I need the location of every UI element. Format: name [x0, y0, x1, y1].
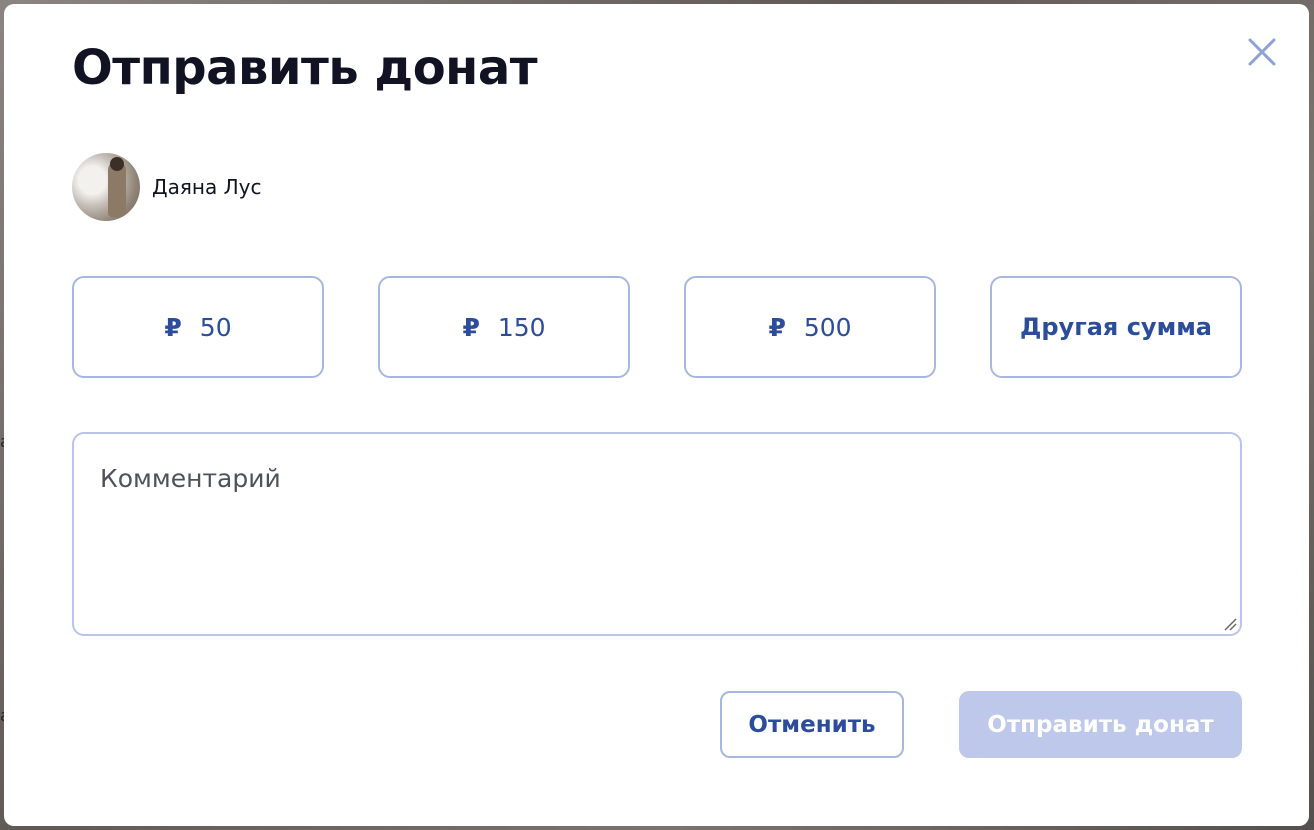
amount-value: 50 [199, 312, 232, 342]
cancel-button[interactable]: Отменить [720, 691, 904, 758]
recipient-name: Даяна Лус [152, 175, 262, 199]
comment-textarea[interactable]: Комментарий [72, 432, 1242, 636]
ruble-icon: ₽ [768, 312, 786, 342]
donate-modal: Отправить донат Даяна Лус ₽ 50 ₽ 150 ₽ 5… [4, 4, 1309, 826]
other-amount-button[interactable]: Другая сумма [990, 276, 1242, 378]
recipient: Даяна Лус [72, 153, 261, 221]
close-button[interactable] [1244, 34, 1280, 70]
amount-value: 150 [497, 312, 546, 342]
amount-button-150[interactable]: ₽ 150 [378, 276, 630, 378]
close-icon [1248, 38, 1276, 66]
amount-button-50[interactable]: ₽ 50 [72, 276, 324, 378]
ruble-icon: ₽ [164, 312, 182, 342]
send-donation-button[interactable]: Отправить донат [959, 691, 1242, 758]
comment-placeholder: Комментарий [100, 464, 281, 493]
avatar [72, 153, 140, 221]
amount-button-500[interactable]: ₽ 500 [684, 276, 936, 378]
amount-value: 500 [803, 312, 852, 342]
modal-title: Отправить донат [72, 40, 538, 96]
ruble-icon: ₽ [462, 312, 480, 342]
resize-handle-icon[interactable] [1223, 617, 1237, 631]
